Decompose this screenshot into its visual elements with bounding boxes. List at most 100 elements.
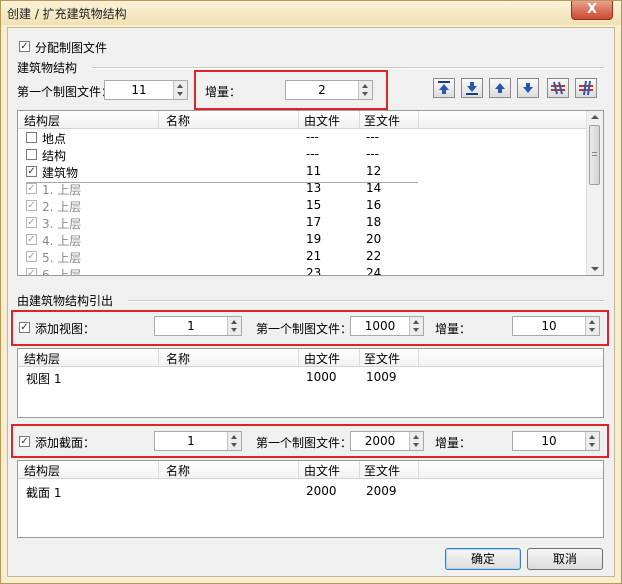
merge-button[interactable] [575,78,597,98]
table-row[interactable]: ✓ 建筑物 11 12 [18,163,588,180]
column-header[interactable]: 至文件 [364,112,400,129]
arrow-down-icon[interactable] [177,92,183,96]
sections-list[interactable]: 结构层 名称 由文件 至文件 截面 1 2000 2009 [17,460,604,538]
move-bottom-button[interactable] [461,78,483,98]
column-divider[interactable] [359,111,360,128]
row-checkbox[interactable]: ✓ [26,234,37,245]
column-divider[interactable] [359,349,360,366]
distribute-checkbox[interactable]: ✓ [19,41,30,52]
arrow-up-icon[interactable] [413,435,419,439]
list-item[interactable]: 视图 1 1000 1009 [18,369,603,386]
stepper-arrows[interactable] [358,81,372,99]
stepper-arrows[interactable] [409,317,423,335]
arrow-up-icon[interactable] [413,320,419,324]
arrow-up-icon[interactable] [231,320,237,324]
arrow-up-icon[interactable] [177,84,183,88]
column-divider[interactable] [418,349,419,366]
arrow-down-icon[interactable] [589,328,595,332]
stepper-arrows[interactable] [173,81,187,99]
table-row[interactable]: 地点 --- --- [18,129,588,146]
column-divider[interactable] [158,111,159,128]
table-row[interactable]: 结构 --- --- [18,146,588,163]
column-header[interactable]: 结构层 [24,350,60,367]
sections-first-file-stepper[interactable]: 2000 [350,431,424,451]
table-row[interactable]: ✓ 5. 上层 21 22 [18,248,588,265]
stepper-arrows[interactable] [227,317,241,335]
cancel-button[interactable]: 取消 [527,548,603,570]
scroll-up-icon[interactable] [591,115,599,119]
scroll-thumb[interactable] [589,125,600,185]
views-count-stepper[interactable]: 1 [154,316,242,336]
sections-increment-stepper[interactable]: 10 [512,431,600,451]
add-views-label: 添加视图： [35,322,96,336]
list-scrollbar[interactable] [586,111,603,275]
column-divider[interactable] [298,349,299,366]
column-header[interactable]: 结构层 [24,462,60,479]
column-header[interactable]: 至文件 [364,462,400,479]
row-checkbox[interactable] [26,149,37,160]
row-checkbox[interactable]: ✓ [26,183,37,194]
stepper-arrows[interactable] [227,432,241,450]
building-structure-list[interactable]: 结构层 名称 由文件 至文件 地点 --- --- 结构 --- --- ✓ 建筑物 11 12 ✓… [17,110,604,276]
arrow-up-icon[interactable] [589,435,595,439]
views-increment-stepper[interactable]: 10 [512,316,600,336]
column-divider[interactable] [418,111,419,128]
views-first-file-stepper[interactable]: 1000 [350,316,424,336]
column-header[interactable]: 结构层 [24,112,60,129]
row-checkbox[interactable] [26,132,37,143]
row-checkbox[interactable]: ✓ [26,166,37,177]
arrow-down-icon[interactable] [589,443,595,447]
arrow-down-icon[interactable] [231,328,237,332]
stepper-arrows[interactable] [585,432,599,450]
column-divider[interactable] [359,461,360,478]
move-top-button[interactable] [433,78,455,98]
column-header[interactable]: 由文件 [304,112,340,129]
arrow-up-icon[interactable] [362,84,368,88]
column-divider[interactable] [158,349,159,366]
arrow-up-icon[interactable] [589,320,595,324]
arrow-down-icon[interactable] [413,328,419,332]
sections-count-stepper[interactable]: 1 [154,431,242,451]
arrow-down-icon[interactable] [362,92,368,96]
move-up-button[interactable] [489,78,511,98]
column-header[interactable]: 至文件 [364,350,400,367]
scroll-down-icon[interactable] [591,267,599,271]
column-header[interactable]: 由文件 [304,462,340,479]
split-button[interactable] [547,78,569,98]
row-checkbox[interactable]: ✓ [26,217,37,228]
stepper-arrows[interactable] [409,432,423,450]
row-to: 16 [366,198,382,212]
column-header[interactable]: 由文件 [304,350,340,367]
ok-button[interactable]: 确定 [445,548,521,570]
row-checkbox[interactable]: ✓ [26,251,37,262]
stepper-arrows[interactable] [585,317,599,335]
row-checkbox[interactable]: ✓ [26,200,37,211]
add-sections-checkbox[interactable]: ✓ [19,436,30,447]
column-header[interactable]: 名称 [166,350,190,367]
column-header[interactable]: 名称 [166,462,190,479]
column-divider[interactable] [298,461,299,478]
table-row[interactable]: ✓ 3. 上层 17 18 [18,214,588,231]
row-checkbox[interactable]: ✓ [26,268,37,275]
column-divider[interactable] [298,111,299,128]
move-down-button[interactable] [517,78,539,98]
table-row[interactable]: ✓ 2. 上层 15 16 [18,197,588,214]
first-file-stepper[interactable]: 11 [104,80,188,100]
add-views-checkbox[interactable]: ✓ [19,322,30,333]
sections-first-file-label: 第一个制图文件： [256,436,353,450]
views-list[interactable]: 结构层 名称 由文件 至文件 视图 1 1000 1009 [17,348,604,418]
arrow-down-icon[interactable] [413,443,419,447]
column-header[interactable]: 名称 [166,112,190,129]
list-item[interactable]: 截面 1 2000 2009 [18,483,603,500]
close-button[interactable]: X [571,1,613,20]
table-row[interactable]: ✓ 4. 上层 19 20 [18,231,588,248]
arrow-down-icon[interactable] [231,443,237,447]
arrow-up-icon[interactable] [231,435,237,439]
window-title: 创建 / 扩充建筑物结构 [7,7,127,21]
table-row[interactable]: ✓ 6. 上层 23 24 [18,265,588,275]
increment-stepper[interactable]: 2 [285,80,373,100]
column-divider[interactable] [158,461,159,478]
column-divider[interactable] [418,461,419,478]
title-bar[interactable]: 创建 / 扩充建筑物结构 X [1,1,621,25]
list-header: 结构层 名称 由文件 至文件 [18,111,603,129]
